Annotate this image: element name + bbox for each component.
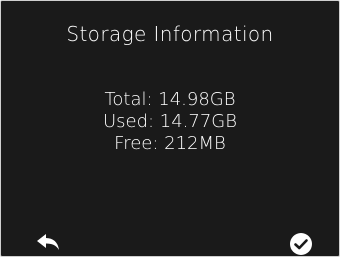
storage-info-screen: Storage Information Total: 14.98GB Used:… bbox=[0, 0, 340, 257]
page-title: Storage Information bbox=[66, 22, 274, 46]
back-arrow-icon bbox=[37, 234, 59, 250]
storage-used: Used: 14.77GB bbox=[102, 111, 238, 132]
confirm-button[interactable] bbox=[288, 231, 314, 257]
checkmark-circle-icon bbox=[290, 233, 312, 255]
storage-total: Total: 14.98GB bbox=[104, 89, 236, 110]
back-button[interactable] bbox=[35, 233, 61, 253]
storage-free: Free: 212MB bbox=[114, 133, 226, 154]
storage-info: Total: 14.98GB Used: 14.77GB Free: 212MB bbox=[1, 89, 339, 155]
